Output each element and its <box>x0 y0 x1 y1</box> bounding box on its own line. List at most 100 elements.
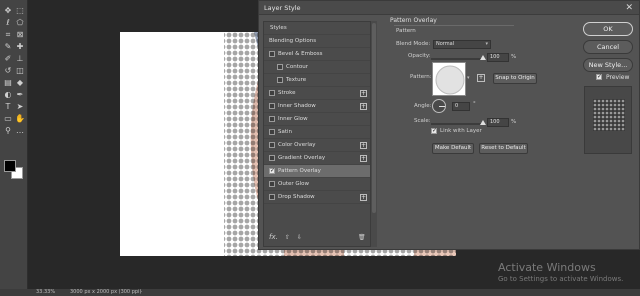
make-default-button[interactable]: Make Default <box>432 143 474 154</box>
style-item-stroke[interactable]: Stroke + <box>264 87 370 100</box>
ok-button[interactable]: OK <box>583 22 633 36</box>
cancel-button[interactable]: Cancel <box>583 40 633 54</box>
scale-input[interactable]: 100 <box>487 118 509 127</box>
style-item-inner-glow[interactable]: Inner Glow <box>264 113 370 126</box>
opacity-slider[interactable] <box>431 55 486 60</box>
brush-tool-icon[interactable]: ✐ <box>3 54 13 64</box>
scale-slider-knob[interactable] <box>480 120 486 125</box>
history-brush-icon[interactable]: ↺ <box>3 66 13 76</box>
style-item-checkbox[interactable] <box>269 129 275 135</box>
scale-slider[interactable] <box>431 120 486 125</box>
eraser-tool-icon[interactable]: ◫ <box>15 66 25 76</box>
move-up-icon[interactable]: ⇧ <box>285 234 290 241</box>
style-item-label: Inner Shadow <box>278 103 316 109</box>
shape-tool-icon[interactable]: ▭ <box>3 114 13 124</box>
crop-tool-icon[interactable]: ⌗ <box>3 30 13 40</box>
style-item-texture[interactable]: Texture <box>264 74 370 87</box>
blend-mode-select[interactable]: Normal ▾ <box>433 40 491 49</box>
style-item-outer-glow[interactable]: Outer Glow <box>264 178 370 191</box>
style-item-bevel-emboss[interactable]: Bevel & Emboss <box>264 48 370 61</box>
style-item-label: Outer Glow <box>278 181 310 187</box>
style-preview-thumbnail <box>584 86 632 154</box>
status-menu-arrow[interactable]: › <box>140 289 142 296</box>
style-item-label: Color Overlay <box>278 142 316 148</box>
angle-dial[interactable] <box>432 99 446 113</box>
style-item-blending-options[interactable]: Blending Options <box>264 35 370 48</box>
healing-brush-icon[interactable]: ✚ <box>15 42 25 52</box>
dodge-tool-icon[interactable]: ◐ <box>3 90 13 100</box>
frame-tool-icon[interactable]: ⊠ <box>15 30 25 40</box>
style-item-inner-shadow[interactable]: Inner Shadow + <box>264 100 370 113</box>
add-style-instance-icon[interactable]: + <box>360 90 367 97</box>
type-tool-icon[interactable]: T <box>3 102 13 112</box>
preview-checkbox[interactable] <box>596 73 602 80</box>
style-item-label: Texture <box>286 77 307 83</box>
opacity-slider-knob[interactable] <box>480 55 486 60</box>
new-preset-icon[interactable]: + <box>477 74 485 82</box>
style-item-label: Stroke <box>278 90 296 96</box>
opacity-input[interactable]: 100 <box>487 53 509 62</box>
path-select-icon[interactable]: ➤ <box>15 102 25 112</box>
style-item-checkbox[interactable] <box>269 142 275 148</box>
style-item-label: Drop Shadow <box>278 194 315 200</box>
trash-icon[interactable]: 🗑 <box>358 234 366 241</box>
close-icon[interactable]: ✕ <box>625 3 633 13</box>
style-item-checkbox[interactable] <box>269 103 275 109</box>
style-item-checkbox[interactable] <box>269 116 275 122</box>
style-item-contour[interactable]: Contour <box>264 61 370 74</box>
dialog-titlebar[interactable]: Layer Style ✕ <box>259 1 639 15</box>
stamp-tool-icon[interactable]: ⊥ <box>15 54 25 64</box>
style-item-checkbox[interactable] <box>269 155 275 161</box>
style-item-checkbox[interactable] <box>269 181 275 187</box>
zoom-level[interactable]: 33.33% <box>36 289 55 296</box>
styles-list: Styles Blending Options Bevel & Emboss Con… <box>263 21 371 247</box>
add-style-instance-icon[interactable]: + <box>360 194 367 201</box>
style-item-label: Blending Options <box>269 38 317 44</box>
scrollbar-thumb[interactable] <box>372 23 376 213</box>
style-item-checkbox[interactable] <box>269 167 275 174</box>
marquee-tool-icon[interactable]: ⬚ <box>15 6 25 16</box>
preview-swatch <box>593 99 625 131</box>
snap-to-origin-button[interactable]: Snap to Origin <box>493 73 537 84</box>
pen-tool-icon[interactable]: ✒ <box>15 90 25 100</box>
styles-header[interactable]: Styles <box>264 22 370 35</box>
quick-select-icon[interactable]: ⬠ <box>15 18 25 28</box>
blur-tool-icon[interactable]: ◆ <box>15 78 25 88</box>
style-item-checkbox[interactable] <box>269 90 275 96</box>
styles-list-scrollbar[interactable] <box>371 21 377 247</box>
foreground-color-swatch[interactable] <box>4 160 16 172</box>
style-item-checkbox[interactable] <box>277 77 283 83</box>
move-tool-icon[interactable]: ✥ <box>3 6 13 16</box>
lasso-tool-icon[interactable]: ℓ <box>3 18 13 28</box>
blend-mode-value: Normal <box>436 41 455 47</box>
fx-menu-icon[interactable]: fx. <box>269 233 278 241</box>
style-item-satin[interactable]: Satin <box>264 126 370 139</box>
add-style-instance-icon[interactable]: + <box>360 142 367 149</box>
link-with-layer-label: Link with Layer <box>440 128 482 134</box>
pattern-swatch[interactable] <box>432 62 466 96</box>
style-item-checkbox[interactable] <box>269 51 275 57</box>
reset-to-default-button[interactable]: Reset to Default <box>479 143 528 154</box>
style-item-checkbox[interactable] <box>277 64 283 70</box>
pattern-picker-chevron-icon[interactable]: ▾ <box>467 75 470 81</box>
pattern-dot-preview <box>435 65 465 95</box>
hand-tool-icon[interactable]: ✋ <box>15 114 25 124</box>
style-item-color-overlay[interactable]: Color Overlay + <box>264 139 370 152</box>
angle-input[interactable]: 0 <box>452 102 470 111</box>
document-info: 3000 px x 2000 px (300 ppi) <box>70 289 142 295</box>
gradient-tool-icon[interactable]: ▤ <box>3 78 13 88</box>
style-item-gradient-overlay[interactable]: Gradient Overlay + <box>264 152 370 165</box>
new-style-button[interactable]: New Style... <box>583 58 633 72</box>
chevron-down-icon: ▾ <box>485 41 488 47</box>
more-tools-icon[interactable]: … <box>15 126 25 136</box>
link-with-layer-checkbox[interactable] <box>431 127 437 134</box>
add-style-instance-icon[interactable]: + <box>360 103 367 110</box>
styles-header-label: Styles <box>270 25 287 31</box>
style-item-checkbox[interactable] <box>269 194 275 200</box>
eyedropper-icon[interactable]: ✎ <box>3 42 13 52</box>
add-style-instance-icon[interactable]: + <box>360 155 367 162</box>
style-item-drop-shadow[interactable]: Drop Shadow + <box>264 191 370 204</box>
zoom-tool-icon[interactable]: ⚲ <box>3 126 13 136</box>
style-item-pattern-overlay[interactable]: Pattern Overlay <box>264 165 370 178</box>
move-down-icon[interactable]: ⇩ <box>297 234 302 241</box>
